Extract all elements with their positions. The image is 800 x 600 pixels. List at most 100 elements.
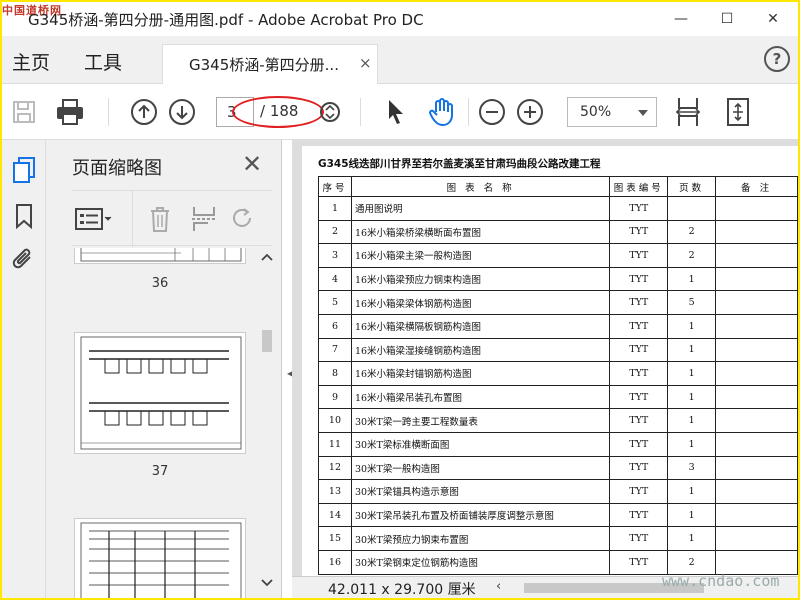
print-button[interactable] xyxy=(54,96,86,128)
page-thumbnail[interactable] xyxy=(74,332,246,454)
panel-divider xyxy=(132,191,133,247)
toolbar: 3 / 188 50% xyxy=(2,84,798,140)
tools-tab[interactable]: 工具 xyxy=(84,48,122,75)
row-pages: 1 xyxy=(667,384,717,410)
row-number: 16 xyxy=(318,549,352,575)
row-code: TYT xyxy=(609,313,669,339)
bookmark-icon xyxy=(16,204,32,229)
list-options-icon xyxy=(75,208,112,230)
close-tab-icon[interactable]: × xyxy=(359,54,372,72)
page-size: 42.011 x 29.700 厘米 xyxy=(328,582,476,598)
full-screen-button[interactable] xyxy=(722,96,754,128)
fit-width-icon xyxy=(675,98,701,126)
table-row: 11 30米T梁标准横断面图 TYT 1 xyxy=(318,431,798,457)
scrollbar-thumb[interactable] xyxy=(262,330,272,352)
thumbnail-list[interactable]: 36 37 xyxy=(46,248,282,598)
row-code: TYT xyxy=(609,384,669,410)
table-row: 5 16米小箱梁梁体钢筋构造图 TYT 5 xyxy=(318,290,798,315)
close-icon: ✕ xyxy=(767,11,779,27)
zoom-out-button[interactable] xyxy=(476,96,508,128)
project-title: G345线迭部川甘界至若尔盖麦溪至甘肃玛曲段公路改建工程 xyxy=(318,158,601,170)
next-page-button[interactable] xyxy=(166,96,198,128)
page-thumbnails-button[interactable] xyxy=(10,156,38,184)
help-button[interactable]: ? xyxy=(764,46,790,72)
row-pages: 1 xyxy=(667,313,717,339)
row-note xyxy=(715,479,798,504)
thumbnail-scrollbar[interactable] xyxy=(260,252,274,598)
menu-bar: 主页 工具 G345桥涵-第四分册... × ? xyxy=(2,36,798,84)
page-thumbnail[interactable] xyxy=(74,518,246,598)
row-code: TYT xyxy=(609,502,669,528)
row-name: 30米T梁一跨主要工程数量表 xyxy=(350,408,611,433)
row-pages: 2 xyxy=(667,219,717,245)
zoom-dropdown[interactable]: 50% xyxy=(567,97,657,127)
hand-tool-button[interactable] xyxy=(426,96,458,128)
row-name: 30米T梁标准横断面图 xyxy=(350,431,611,457)
row-note xyxy=(715,502,798,528)
table-row: 12 30米T梁一般构造图 TYT 3 xyxy=(318,455,798,481)
fit-page-button[interactable] xyxy=(672,96,704,128)
row-name: 30米T梁锚具构造示意图 xyxy=(350,479,611,504)
document-tab[interactable]: G345桥涵-第四分册... × xyxy=(162,44,378,84)
maximize-button[interactable]: ☐ xyxy=(704,2,750,36)
arrow-down-icon xyxy=(169,99,195,125)
row-note xyxy=(715,196,798,221)
table-row: 13 30米T梁锚具构造示意图 TYT 1 xyxy=(318,479,798,504)
row-name: 16米小箱梁横隔板钢筋构造图 xyxy=(350,313,611,339)
minimize-icon: — xyxy=(674,11,688,27)
zoom-value: 50% xyxy=(580,104,612,120)
table-row: 8 16米小箱梁封锚钢筋构造图 TYT 1 xyxy=(318,361,798,386)
watermark-text: www.cndao.com xyxy=(662,572,780,590)
row-pages: 5 xyxy=(667,290,717,315)
delete-pages-button[interactable] xyxy=(148,205,174,233)
save-button[interactable] xyxy=(8,96,40,128)
zoom-in-button[interactable] xyxy=(514,96,546,128)
header-code: 图表编号 xyxy=(609,176,669,197)
row-number: 3 xyxy=(318,243,352,268)
extract-pages-button[interactable] xyxy=(190,205,218,233)
scroll-left-icon[interactable]: ‹ xyxy=(496,579,501,594)
row-note xyxy=(715,526,798,551)
row-note xyxy=(715,243,798,268)
paperclip-icon xyxy=(12,248,31,269)
panel-title: 页面缩略图 xyxy=(72,158,162,179)
row-name: 16米小箱梁湿接缝钢筋构造图 xyxy=(350,337,611,363)
arrow-up-icon xyxy=(131,99,157,125)
row-pages: 1 xyxy=(667,337,717,363)
thumbnails-panel: 页面缩略图 ✕ 36 37 xyxy=(46,140,282,598)
scroll-down-icon xyxy=(261,579,273,587)
thumbnail-image xyxy=(80,248,242,262)
row-note xyxy=(715,431,798,457)
page-split-icon xyxy=(192,207,216,231)
close-panel-icon[interactable]: ✕ xyxy=(242,150,262,178)
select-tool-button[interactable] xyxy=(380,96,412,128)
rotate-pages-button[interactable] xyxy=(230,205,258,233)
page-thumbnail[interactable] xyxy=(74,248,246,264)
row-code: TYT xyxy=(609,196,669,221)
minimize-button[interactable]: — xyxy=(658,2,704,36)
row-note xyxy=(715,219,798,245)
minus-circle-icon xyxy=(479,99,505,125)
row-number: 7 xyxy=(318,337,352,363)
home-tab[interactable]: 主页 xyxy=(12,48,50,75)
row-number: 13 xyxy=(318,479,352,504)
table-row: 2 16米小箱梁桥梁横断面布置图 TYT 2 xyxy=(318,219,798,245)
plus-circle-icon xyxy=(517,99,543,125)
bookmarks-button[interactable] xyxy=(10,202,38,230)
page-stepper[interactable] xyxy=(314,96,346,128)
close-window-button[interactable]: ✕ xyxy=(750,2,796,36)
row-note xyxy=(715,408,798,433)
toolbar-divider xyxy=(468,98,469,126)
save-icon xyxy=(13,101,35,123)
document-view[interactable]: G345线迭部川甘界至若尔盖麦溪至甘肃玛曲段公路改建工程 序号 图 表 名 称 … xyxy=(292,140,798,598)
header-pages: 页数 xyxy=(667,176,717,197)
row-note xyxy=(715,549,798,575)
row-code: TYT xyxy=(609,219,669,245)
attachments-button[interactable] xyxy=(10,246,38,274)
row-code: TYT xyxy=(609,549,669,575)
options-menu-button[interactable] xyxy=(74,205,114,233)
previous-page-button[interactable] xyxy=(128,96,160,128)
panel-toolbar xyxy=(72,190,272,247)
row-number: 4 xyxy=(318,266,352,292)
row-pages: 3 xyxy=(667,455,717,481)
